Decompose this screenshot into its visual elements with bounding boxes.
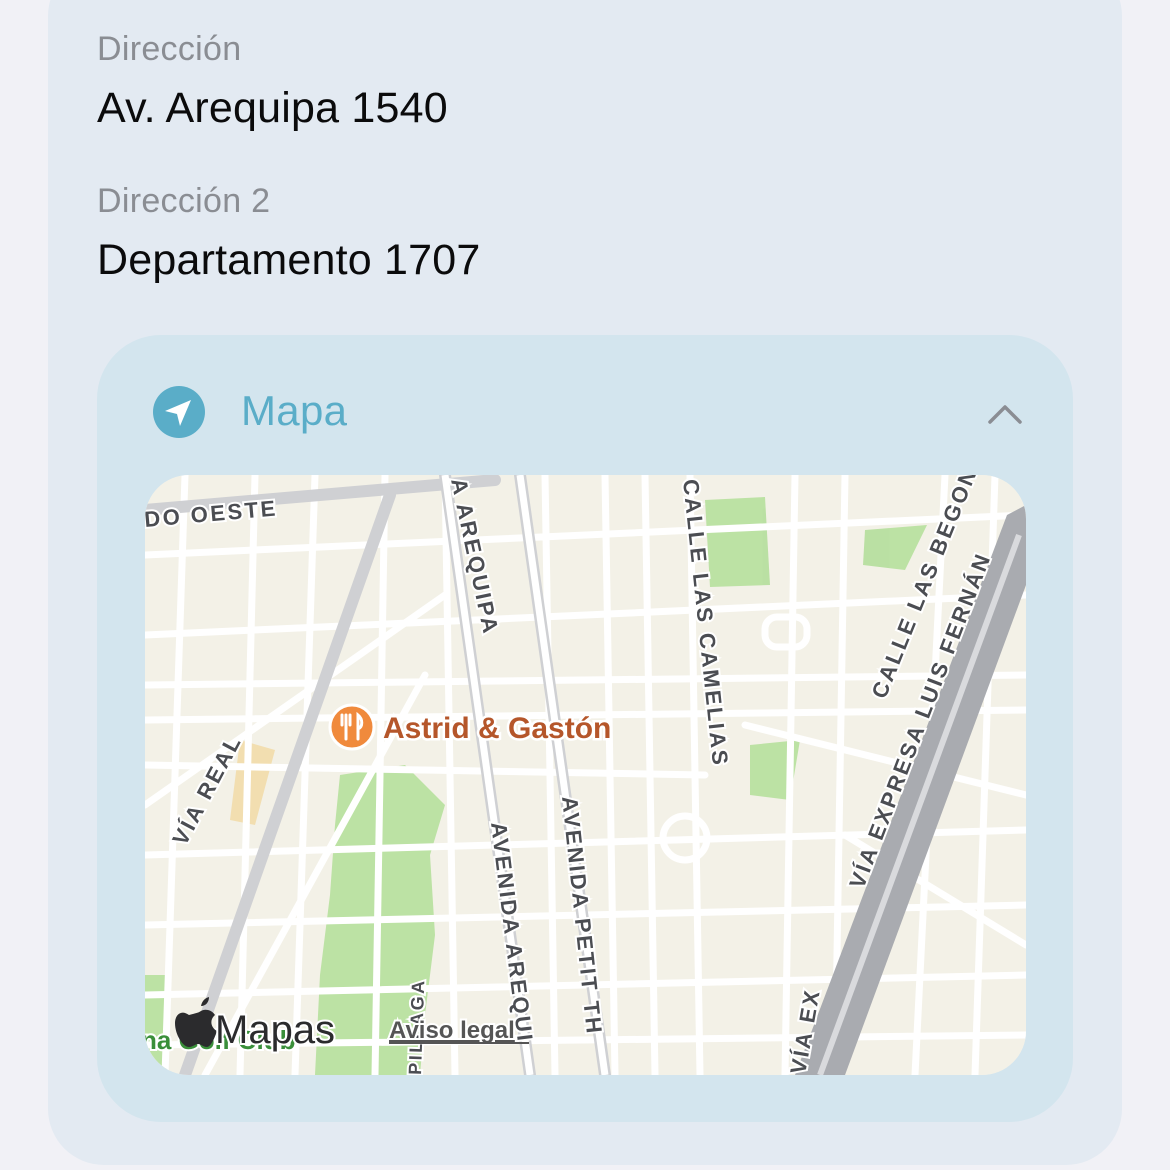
address2-label: Dirección 2: [97, 182, 271, 220]
map-section: Mapa DO OESTE A AREQUIPA CALLE LAS CAMEL…: [97, 335, 1073, 1122]
chevron-up-icon[interactable]: [985, 395, 1025, 435]
map-section-title: Mapa: [241, 387, 348, 434]
address2-value[interactable]: Departamento 1707: [97, 236, 481, 285]
restaurant-icon: [328, 703, 376, 751]
map-section-header[interactable]: Mapa: [97, 335, 1073, 475]
maps-brand-label: Mapas: [215, 1008, 335, 1052]
address-label: Dirección: [97, 30, 242, 68]
map-view[interactable]: DO OESTE A AREQUIPA CALLE LAS CAMELIAS C…: [145, 475, 1026, 1075]
poi-label: Astrid & Gastón: [383, 712, 611, 745]
location-arrow-icon: [153, 386, 205, 438]
address-value[interactable]: Av. Arequipa 1540: [97, 84, 448, 133]
legal-link[interactable]: Aviso legal: [387, 1015, 517, 1046]
